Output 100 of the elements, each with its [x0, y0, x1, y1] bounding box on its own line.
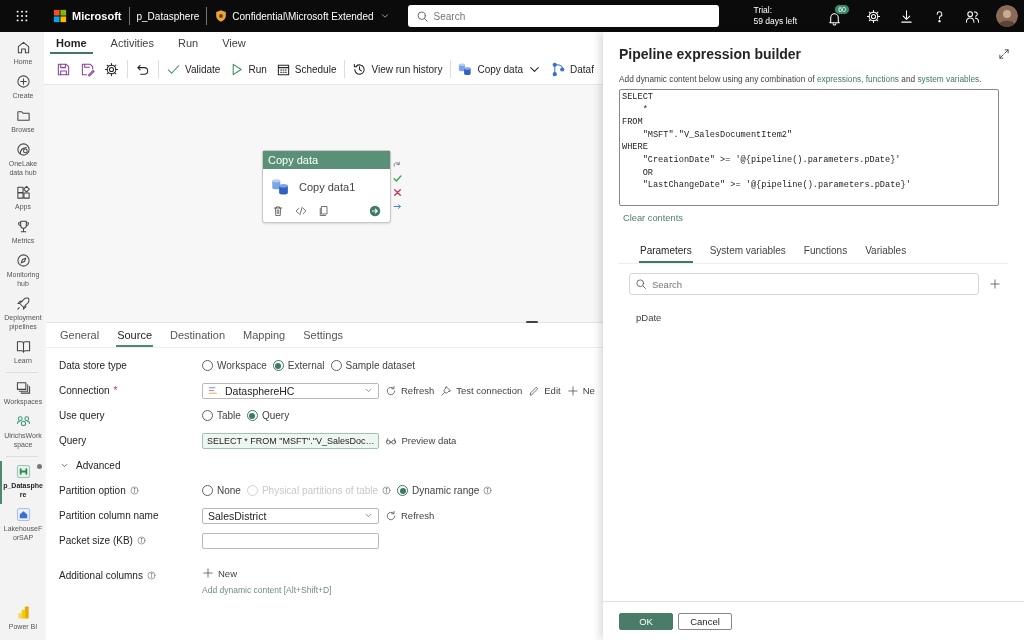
plug-icon [440, 384, 453, 397]
brand-name: Microsoft [72, 10, 122, 22]
sensitivity-label[interactable]: Confidential\Microsoft Extended [232, 10, 374, 22]
option-label: Workspace [217, 360, 267, 371]
checkmark-icon[interactable] [393, 174, 402, 183]
add-icon[interactable] [989, 278, 1001, 290]
panel-tab[interactable]: Functions [802, 245, 849, 263]
action-link[interactable]: Test connection [440, 384, 523, 397]
properties-tab[interactable]: Destination [169, 329, 227, 347]
plus-icon [566, 384, 579, 397]
info-icon[interactable] [483, 486, 493, 495]
chevron-icon [364, 386, 373, 395]
settings-icon [866, 8, 881, 24]
app-launcher-button[interactable] [15, 9, 29, 23]
refresh-icon [385, 384, 397, 397]
code-line: * [641, 103, 649, 117]
pipeline-icon [15, 464, 31, 479]
toolbar-button[interactable]: Validate [162, 58, 225, 80]
panel-tab[interactable]: System variables [708, 245, 787, 263]
properties-tab[interactable]: Mapping [242, 329, 287, 347]
dropdown-field[interactable]: SalesDistrict [202, 507, 379, 524]
hub-icon [15, 142, 31, 157]
arrow-circle-icon[interactable] [369, 205, 381, 217]
cross-icon[interactable] [393, 188, 402, 197]
history-icon [352, 61, 368, 77]
query-field[interactable]: SELECT * FROM "MSFT"."V_SalesDoc… [202, 432, 380, 449]
code-line: SELECT [622, 91, 654, 104]
avatar[interactable] [996, 5, 1018, 27]
cancel-button[interactable]: Cancel [678, 613, 732, 630]
ribbon-tab[interactable]: Activities [104, 36, 160, 54]
panel-title: Pipeline expression builder [619, 46, 802, 62]
logo-icon [53, 9, 67, 23]
lakehouse-icon [15, 507, 31, 522]
field-label: Partition option [59, 485, 126, 496]
panel-tab[interactable]: Parameters [639, 245, 693, 263]
expander-toggle[interactable]: Advanced [59, 460, 121, 471]
panel-tab[interactable]: Variables [864, 245, 908, 263]
plus-icon [202, 567, 214, 579]
shield-icon [214, 9, 229, 23]
properties-tab[interactable]: Settings [302, 329, 344, 347]
field-label: Packet size (KB) [59, 535, 133, 546]
trial-text: Trial: [753, 5, 774, 16]
copy-icon[interactable] [318, 205, 330, 217]
code-icon[interactable] [295, 205, 307, 217]
delete-icon[interactable] [272, 205, 284, 217]
activity-card[interactable]: Copy data Copy data1 [262, 150, 391, 223]
database-icon [271, 177, 291, 197]
ribbon-tab[interactable]: View [216, 36, 252, 54]
ribbon-tab[interactable]: Run [171, 36, 205, 54]
workspace-name[interactable]: p_Datasphere [136, 10, 200, 22]
field-label: Use query [59, 410, 105, 421]
info-icon[interactable] [136, 536, 146, 545]
download-icon [899, 8, 914, 24]
expand-icon[interactable] [998, 48, 1010, 60]
folder-icon [15, 108, 31, 123]
dropdown-field[interactable]: DatasphereHC [202, 382, 379, 399]
new-button[interactable]: New [202, 567, 332, 579]
book-icon [15, 339, 31, 354]
info-icon[interactable] [146, 571, 156, 580]
action-link[interactable]: Edit [528, 384, 561, 397]
resize-handle[interactable] [526, 321, 538, 323]
hint-text: Add dynamic content [Alt+Shift+D] [202, 585, 332, 595]
toolbar-button[interactable]: Copy data [454, 58, 547, 80]
arrow-icon[interactable] [393, 202, 402, 211]
action-link[interactable]: Refresh [385, 509, 435, 522]
skip-icon[interactable] [393, 160, 402, 169]
input-field[interactable] [202, 532, 379, 549]
action-link[interactable]: Preview data [385, 434, 457, 447]
ok-button[interactable]: OK [619, 613, 673, 630]
clear-link[interactable]: Clear contents [623, 213, 683, 223]
toolbar-button[interactable]: Dataf [547, 58, 598, 80]
windows-icon [15, 380, 31, 395]
activity-type: Copy data [263, 151, 390, 169]
expression-editor[interactable]: SELECT * FROM "MSFT"."V_SalesDocumentItem2" WHERE "CreationDate" >= '@{pipeline().parameters.pDate}' OR "LastChangeDate" >= '@{pipeline().parameters.pDate}' [619, 89, 999, 206]
trophy-icon [15, 219, 31, 234]
parameter-item[interactable]: pDate [636, 312, 1024, 323]
chevron-icon [379, 11, 390, 21]
info-icon[interactable] [129, 486, 139, 495]
code-line: "MSFT"."V_SalesDocumentItem2" [641, 128, 794, 142]
save-as-icon [80, 61, 95, 77]
grid-icon [15, 9, 29, 23]
properties-tab[interactable]: Source [116, 329, 153, 347]
search-icon [415, 10, 429, 23]
option-label: None [217, 485, 241, 496]
toolbar-button[interactable]: Schedule [271, 58, 341, 80]
chevron-icon [364, 511, 373, 520]
properties-tab[interactable]: General [59, 329, 101, 347]
pencil-icon [528, 384, 541, 397]
toolbar-button[interactable]: View run history [348, 58, 447, 80]
toolbar-button[interactable]: Run [225, 58, 271, 80]
search-field[interactable]: Search [629, 273, 979, 295]
field-label: Query [59, 435, 87, 446]
action-link[interactable]: Refresh [385, 384, 435, 397]
action-link[interactable]: Ne [566, 384, 595, 397]
search-field[interactable]: Search [407, 5, 719, 27]
link[interactable]: expressions, functions [816, 74, 899, 84]
code-line: "LastChangeDate" >= '@{pipeline().parameters.pDate}' [641, 179, 912, 192]
refresh-icon [385, 509, 397, 522]
description-text: Add dynamic content below using any combination of expressions, functions and system variables. [619, 74, 983, 84]
connection-icon [208, 385, 219, 396]
